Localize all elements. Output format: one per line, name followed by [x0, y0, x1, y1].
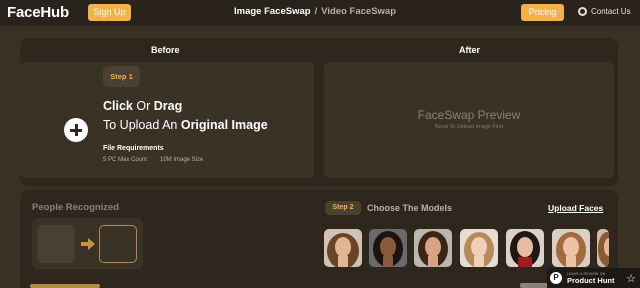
click-word: Click: [103, 99, 133, 113]
arrow-right-icon: [81, 238, 95, 250]
step-1-badge: Step 1: [103, 66, 140, 87]
bottom-accent-strip: [30, 284, 100, 288]
skype-icon: [578, 7, 587, 16]
video-faceswap-link[interactable]: Video FaceSwap: [321, 6, 396, 17]
mode-switch: Image FaceSwap / Video FaceSwap: [234, 6, 396, 17]
drag-word: Drag: [153, 99, 183, 113]
to-upload-an-text: To Upload An: [103, 118, 178, 132]
step-2-badge: Step 2: [325, 201, 361, 215]
model-thumbnail[interactable]: [369, 229, 407, 267]
before-label: Before: [151, 45, 180, 55]
product-hunt-badge[interactable]: P LEAVE A REVIEW ON Product Hunt ☆: [547, 268, 640, 288]
model-thumbnail[interactable]: [460, 229, 498, 267]
product-hunt-text: LEAVE A REVIEW ON Product Hunt: [567, 272, 615, 285]
source-face-slot[interactable]: [37, 225, 75, 263]
model-thumbnail[interactable]: [414, 229, 452, 267]
file-requirements-title: File Requirements: [103, 145, 164, 152]
upload-faces-link[interactable]: Upload Faces: [548, 203, 603, 213]
image-faceswap-link[interactable]: Image FaceSwap: [234, 6, 311, 17]
model-thumbnail[interactable]: [324, 229, 362, 267]
preview-title: FaceSwap Preview: [417, 108, 521, 122]
choose-models-title: Choose The Models: [367, 203, 453, 213]
star-icon: ☆: [626, 272, 636, 285]
contact-us-label: Contact Us: [591, 7, 631, 16]
after-label: After: [459, 45, 481, 55]
or-word: Or: [136, 99, 151, 113]
product-hunt-name: Product Hunt: [567, 275, 615, 285]
add-icon[interactable]: [64, 118, 88, 142]
image-size-requirement: 10M Image Size: [160, 157, 204, 163]
sign-up-button[interactable]: Sign Up: [88, 4, 131, 21]
model-thumbnail[interactable]: [597, 229, 609, 267]
upload-instruction-line-1: Click Or Drag: [103, 99, 182, 113]
pricing-button[interactable]: Pricing: [521, 4, 564, 21]
top-navbar: FaceHub Sign Up Image FaceSwap / Video Fac…: [0, 0, 640, 26]
preview-subtitle: Need To Upload Image First: [434, 124, 504, 130]
max-count-requirement: 5 PC Max Count: [103, 157, 148, 163]
model-thumbnail[interactable]: [506, 229, 544, 267]
upload-instruction-line-2: To Upload An Original Image: [103, 118, 268, 132]
target-face-slot[interactable]: [99, 225, 137, 263]
people-recognized-title: People Recognized: [32, 202, 120, 213]
model-thumbnail[interactable]: [552, 229, 590, 267]
original-image-text: Original Image: [180, 118, 268, 132]
contact-us-link[interactable]: Contact Us: [578, 7, 631, 16]
bottom-scroll-strip: [520, 283, 550, 288]
nav-separator: /: [314, 6, 318, 17]
product-hunt-icon: P: [550, 272, 562, 284]
facehub-logo[interactable]: FaceHub: [7, 4, 69, 21]
